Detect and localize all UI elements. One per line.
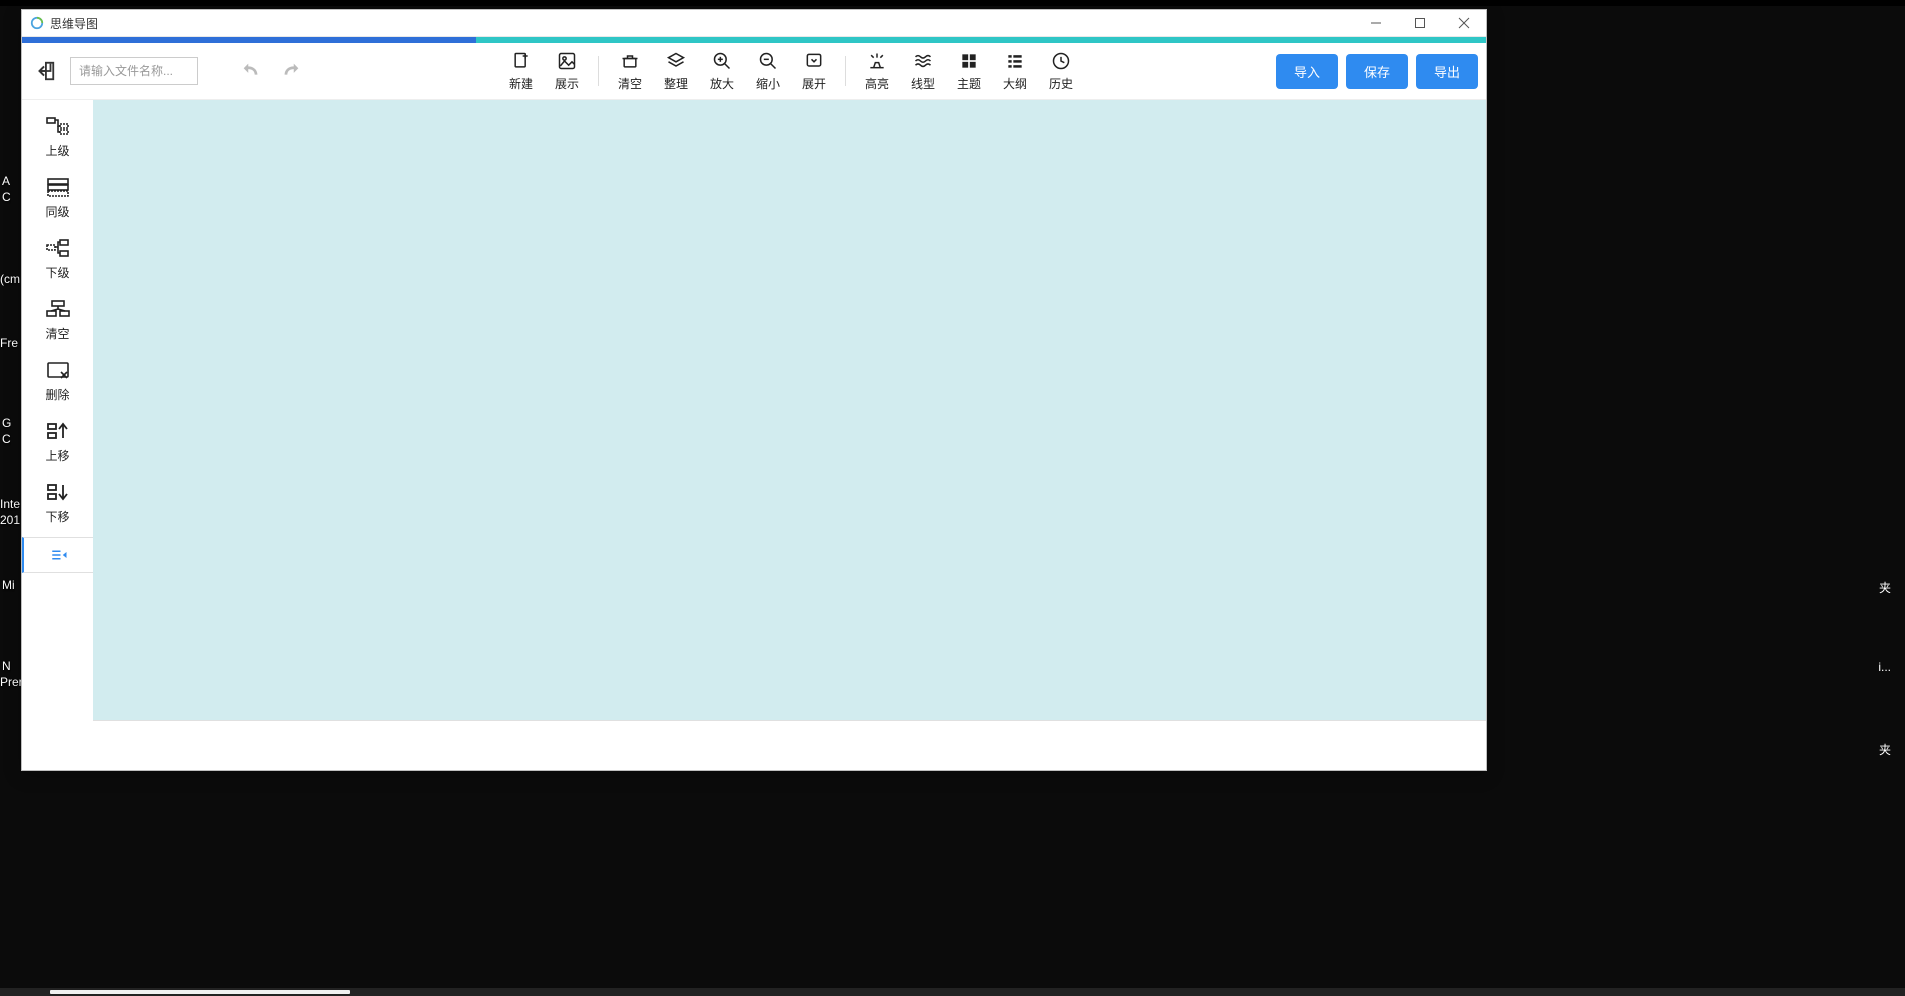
history-button[interactable]: 历史 [1038,48,1084,94]
highlight-button[interactable]: 高亮 [854,48,900,94]
delete-node-icon [46,360,70,380]
sidebar-item-sibling[interactable]: 同级 [22,167,93,228]
desktop-truncated-label: Prer [0,675,23,689]
sidebar: 上级 同级 下级 清空 [22,100,93,770]
linetype-icon [913,51,933,71]
body-area: 上级 同级 下级 清空 [22,99,1486,770]
sidebar-item-parent[interactable]: 上级 [22,106,93,167]
filename-input[interactable] [70,57,198,85]
outline-button[interactable]: 大纲 [992,48,1038,94]
minimize-button[interactable] [1354,10,1398,36]
save-button[interactable]: 保存 [1346,54,1408,89]
display-icon [557,51,577,71]
sidebar-item-label: 上移 [45,447,69,464]
move-down-icon [46,482,70,502]
desktop-truncated-label: G [2,416,11,430]
desktop-truncated-label: C [2,190,11,204]
toolbar-divider [598,56,599,86]
main-toolbar: 新建 展示 清空 [22,43,1486,99]
desktop-truncated-label: Mi [2,578,15,592]
desktop-truncated-label: Fre [0,336,18,350]
clear-button[interactable]: 清空 [607,48,653,94]
zoom-in-label: 放大 [710,75,734,92]
sidebar-item-moveup[interactable]: 上移 [22,411,93,472]
desktop-truncated-label: 夹 [1879,579,1891,596]
sidebar-item-clear[interactable]: 清空 [22,289,93,350]
zoom-out-button[interactable]: 缩小 [745,48,791,94]
taskbar[interactable] [0,988,1905,996]
linetype-label: 线型 [911,75,935,92]
desktop-truncated-label: A [2,174,10,188]
sidebar-item-label: 删除 [45,386,69,403]
outline-icon [1005,51,1025,71]
expand-button[interactable]: 展开 [791,48,837,94]
app-icon [30,16,44,30]
history-icon [1051,51,1071,71]
import-button[interactable]: 导入 [1276,54,1338,89]
highlight-icon [867,51,887,71]
desktop-truncated-label: 夹 [1879,741,1891,758]
desktop-top-strip [0,0,1905,6]
mindmap-canvas[interactable] [93,100,1486,720]
parent-node-icon [46,116,70,136]
desktop-truncated-label: i... [1878,660,1891,674]
display-label: 展示 [555,75,579,92]
tidy-icon [666,51,686,71]
sidebar-item-label: 下级 [45,264,69,281]
zoom-in-icon [712,51,732,71]
clear-node-icon [46,299,70,319]
desktop-truncated-label: 201 [0,513,20,527]
outline-label: 大纲 [1003,75,1027,92]
desktop-truncated-label: N [2,659,11,673]
new-icon [511,51,531,71]
display-button[interactable]: 展示 [544,48,590,94]
sidebar-collapse-button[interactable] [22,537,93,573]
sidebar-item-movedown[interactable]: 下移 [22,472,93,533]
canvas-wrap [93,100,1486,770]
desktop-truncated-label: (cm [0,272,20,286]
app-window: 思维导图 [21,9,1487,771]
undo-button[interactable] [236,56,266,86]
sidebar-item-label: 上级 [45,142,69,159]
tidy-button[interactable]: 整理 [653,48,699,94]
maximize-button[interactable] [1398,10,1442,36]
bottom-panel [93,720,1486,770]
desktop-truncated-label: Inte [0,497,20,511]
history-label: 历史 [1049,75,1073,92]
export-button[interactable]: 导出 [1416,54,1478,89]
linetype-button[interactable]: 线型 [900,48,946,94]
titlebar[interactable]: 思维导图 [22,10,1486,37]
sidebar-item-label: 下移 [45,508,69,525]
zoom-out-icon [758,51,778,71]
expand-label: 展开 [802,75,826,92]
tidy-label: 整理 [664,75,688,92]
child-node-icon [46,238,70,258]
theme-button[interactable]: 主题 [946,48,992,94]
clear-label: 清空 [618,75,642,92]
theme-label: 主题 [957,75,981,92]
highlight-label: 高亮 [865,75,889,92]
expand-icon [804,51,824,71]
sidebar-item-child[interactable]: 下级 [22,228,93,289]
sidebar-item-label: 同级 [45,203,69,220]
close-button[interactable] [1442,10,1486,36]
desktop-truncated-label: C [2,432,11,446]
back-button[interactable] [30,56,60,86]
zoom-in-button[interactable]: 放大 [699,48,745,94]
clear-icon [620,51,640,71]
redo-button[interactable] [276,56,306,86]
sibling-node-icon [46,177,70,197]
move-up-icon [46,421,70,441]
toolbar-divider [845,56,846,86]
zoom-out-label: 缩小 [756,75,780,92]
new-button[interactable]: 新建 [498,48,544,94]
taskbar-item[interactable] [50,990,350,994]
new-label: 新建 [509,75,533,92]
app-title: 思维导图 [50,15,98,32]
sidebar-item-delete[interactable]: 删除 [22,350,93,411]
sidebar-item-label: 清空 [45,325,69,342]
theme-icon [959,51,979,71]
